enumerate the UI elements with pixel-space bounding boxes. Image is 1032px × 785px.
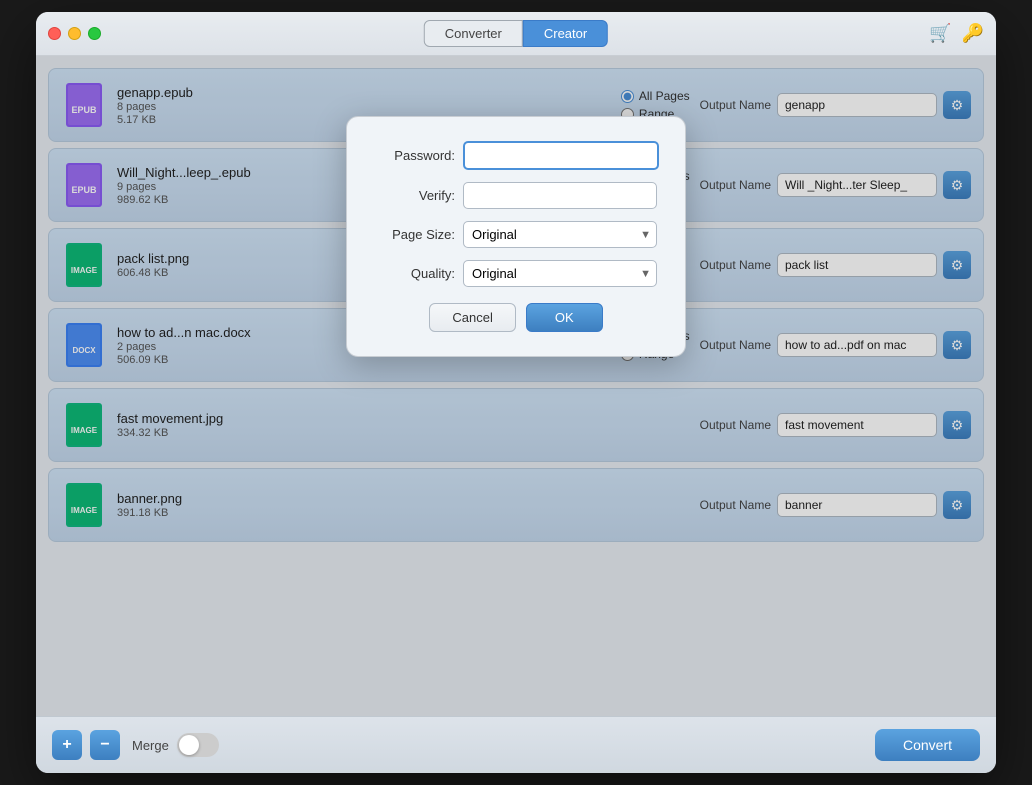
titlebar-actions: 🛒 🔑: [929, 23, 984, 44]
page-size-wrapper: Original A4 Letter Legal ▼: [463, 221, 657, 248]
merge-toggle[interactable]: [177, 733, 219, 757]
titlebar-tabs: Converter Creator: [424, 20, 608, 47]
app-window: Converter Creator 🛒 🔑 EPUB genapp.epub: [36, 12, 996, 773]
quality-label: Quality:: [375, 266, 455, 281]
verify-label: Verify:: [375, 188, 455, 203]
modal-buttons: Cancel OK: [375, 303, 657, 332]
page-size-row: Page Size: Original A4 Letter Legal ▼: [375, 221, 657, 248]
tab-creator[interactable]: Creator: [523, 20, 608, 47]
verify-input[interactable]: [463, 182, 657, 209]
add-file-button[interactable]: +: [52, 730, 82, 760]
page-size-select[interactable]: Original A4 Letter Legal: [463, 221, 657, 248]
quality-wrapper: Original High Medium Low ▼: [463, 260, 657, 287]
bottom-bar: + − Merge Convert: [36, 716, 996, 773]
cancel-button[interactable]: Cancel: [429, 303, 515, 332]
tab-converter[interactable]: Converter: [424, 20, 523, 47]
remove-file-button[interactable]: −: [90, 730, 120, 760]
convert-button[interactable]: Convert: [875, 729, 980, 761]
content-area: EPUB genapp.epub 8 pages 5.17 KB All Pag…: [36, 56, 996, 716]
verify-row: Verify:: [375, 182, 657, 209]
titlebar: Converter Creator 🛒 🔑: [36, 12, 996, 56]
quality-select[interactable]: Original High Medium Low: [463, 260, 657, 287]
password-row: Password:: [375, 141, 657, 170]
merge-section: Merge: [132, 733, 219, 757]
minimize-button[interactable]: [68, 27, 81, 40]
merge-label: Merge: [132, 738, 169, 753]
password-label: Password:: [375, 148, 455, 163]
ok-button[interactable]: OK: [526, 303, 603, 332]
close-button[interactable]: [48, 27, 61, 40]
quality-row: Quality: Original High Medium Low ▼: [375, 260, 657, 287]
key-icon[interactable]: 🔑: [962, 23, 984, 44]
cart-icon[interactable]: 🛒: [929, 23, 951, 44]
traffic-lights: [48, 27, 101, 40]
options-modal: Password: Verify: Page Size: Original A4…: [346, 116, 686, 357]
password-input[interactable]: [463, 141, 659, 170]
maximize-button[interactable]: [88, 27, 101, 40]
modal-overlay: Password: Verify: Page Size: Original A4…: [36, 56, 996, 716]
page-size-label: Page Size:: [375, 227, 455, 242]
